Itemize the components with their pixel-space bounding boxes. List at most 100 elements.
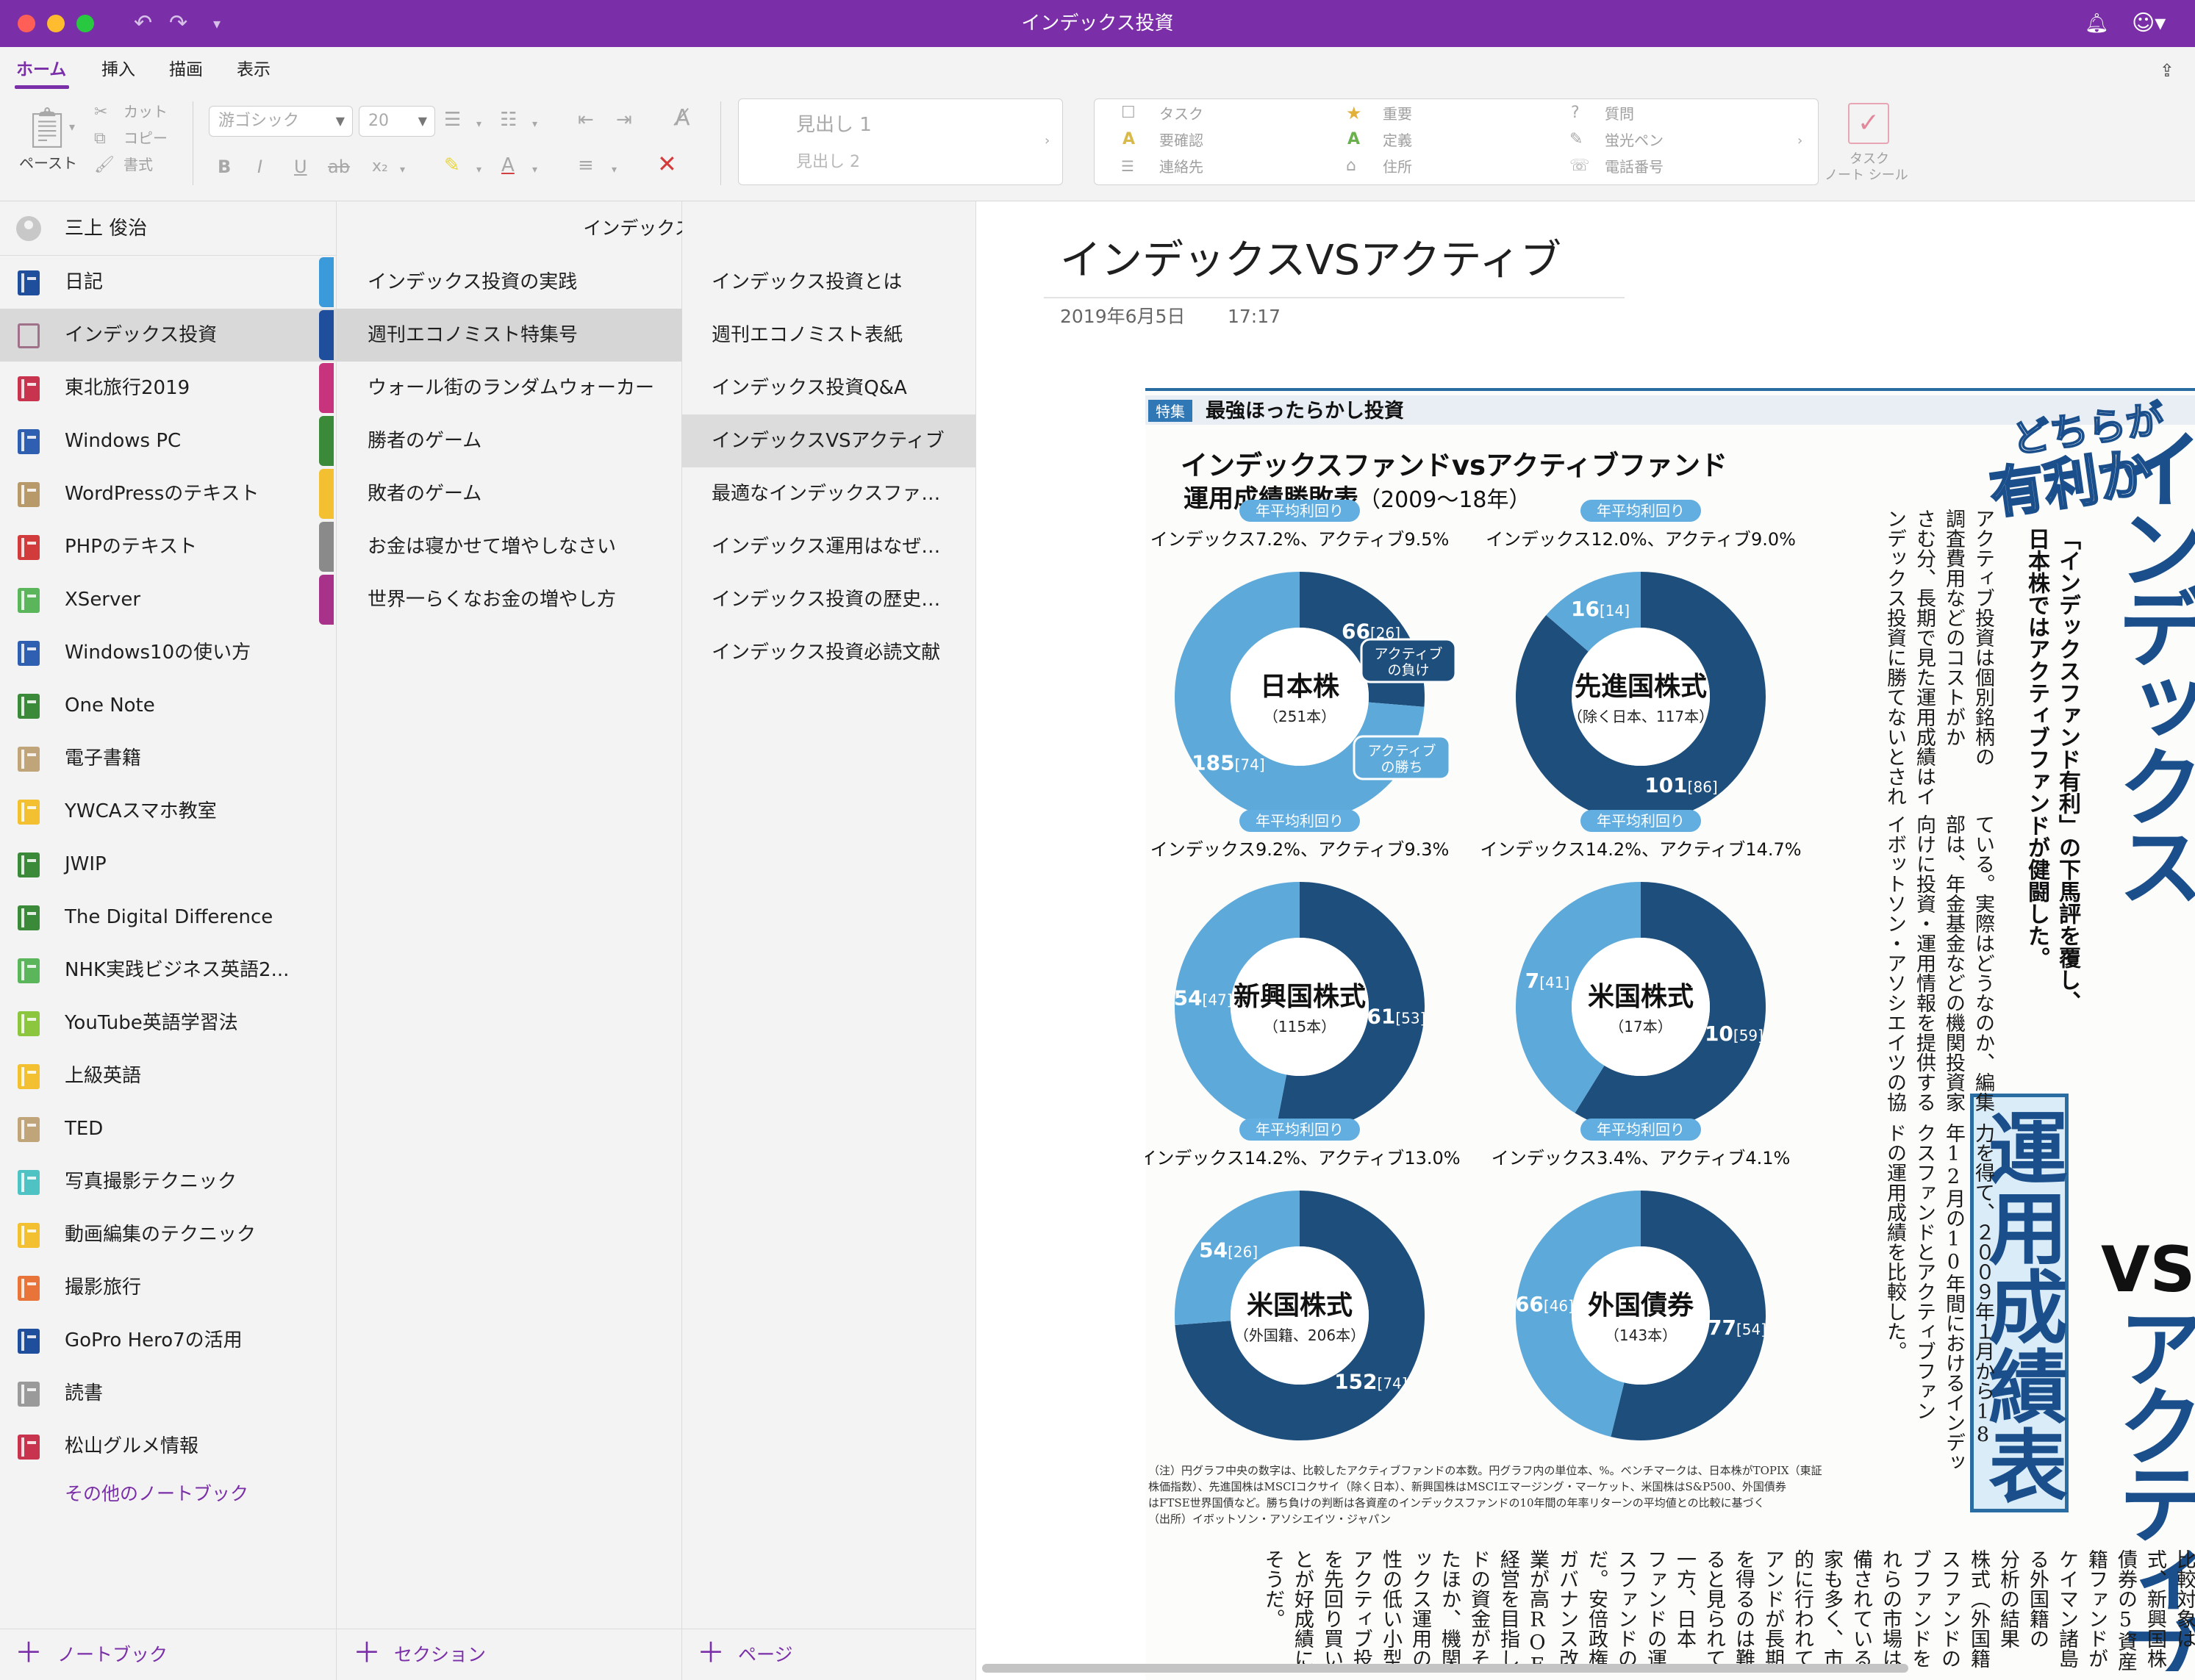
notebook-item[interactable]: 読書 xyxy=(0,1367,337,1420)
font-size-select[interactable]: 20 ▼ xyxy=(359,106,435,137)
align-dropdown-icon[interactable]: ▾ xyxy=(612,159,617,181)
tag-address[interactable]: 住所 xyxy=(1383,157,1412,177)
page-item[interactable]: インデックス運用はなぜ… xyxy=(682,520,976,573)
notebook-item[interactable]: One Note xyxy=(0,679,337,732)
underline-icon[interactable]: U xyxy=(294,156,307,178)
bullet-list-icon[interactable]: ☰ xyxy=(444,109,461,131)
section-item[interactable]: 勝者のゲーム xyxy=(319,414,682,467)
page-item[interactable]: インデックス投資の歴史… xyxy=(682,573,976,626)
highlight-icon[interactable]: ✎ xyxy=(444,154,460,176)
delete-icon[interactable]: ✕ xyxy=(657,152,677,176)
tab-draw[interactable]: 描画 xyxy=(169,57,203,82)
add-section-button[interactable]: ＋ セクション xyxy=(337,1629,682,1680)
section-item[interactable]: 敗者のゲーム xyxy=(319,467,682,520)
numbered-list-dropdown-icon[interactable]: ▾ xyxy=(532,113,537,135)
feedback-smiley-icon[interactable]: ☺▾ xyxy=(2132,9,2166,38)
user-account[interactable]: 三上 俊治 xyxy=(0,201,337,256)
share-icon[interactable]: ⇪ xyxy=(2160,60,2174,81)
decrease-indent-icon[interactable]: ⇤ xyxy=(578,109,594,131)
notebook-item[interactable]: 上級英語 xyxy=(0,1049,337,1102)
font-family-select[interactable]: 游ゴシック ▼ xyxy=(209,106,353,137)
notebook-item[interactable]: WordPressのテキスト xyxy=(0,467,337,520)
italic-icon[interactable]: I xyxy=(257,156,262,178)
align-icon[interactable]: ≡ xyxy=(578,154,594,176)
more-notebooks-link[interactable]: その他のノートブック xyxy=(65,1482,248,1507)
notebook-item[interactable]: インデックス投資 xyxy=(0,309,337,362)
horizontal-scrollbar[interactable] xyxy=(982,1664,1908,1673)
tag-phone[interactable]: 電話番号 xyxy=(1605,157,1664,177)
notebook-item[interactable]: 写真撮影テクニック xyxy=(0,1155,337,1208)
tags-expand-icon[interactable]: › xyxy=(1797,130,1802,152)
notebook-item[interactable]: TED xyxy=(0,1102,337,1155)
paste-button[interactable]: ペースト xyxy=(19,153,77,173)
section-item[interactable]: お金は寝かせて増やしなさい xyxy=(319,520,682,573)
tag-highlighter[interactable]: 蛍光ペン xyxy=(1605,130,1664,151)
section-item[interactable]: インデックス投資の実践 xyxy=(319,256,682,309)
font-color-dropdown-icon[interactable]: ▾ xyxy=(532,159,537,181)
font-color-icon[interactable]: A xyxy=(501,154,515,176)
subscript-dropdown-icon[interactable]: ▾ xyxy=(400,159,405,181)
numbered-list-icon[interactable]: ☷ xyxy=(500,109,517,131)
bold-icon[interactable]: B xyxy=(218,156,231,178)
page-item[interactable]: 最適なインデックスファ… xyxy=(682,467,976,520)
styles-gallery[interactable]: 見出し 1 見出し 2 › xyxy=(738,98,1063,185)
paste-icon[interactable]: 📋︎ xyxy=(22,106,73,150)
tag-important[interactable]: 重要 xyxy=(1383,104,1412,124)
add-notebook-button[interactable]: ＋ ノートブック xyxy=(0,1629,337,1680)
notebook-item[interactable]: Windows10の使い方 xyxy=(0,626,337,679)
copy-button[interactable]: コピー xyxy=(123,128,168,148)
section-item[interactable]: 週刊エコノミスト特集号 xyxy=(319,309,682,362)
task-tag-checkbox-icon[interactable]: ✓ xyxy=(1848,103,1889,144)
tag-review[interactable]: 要確認 xyxy=(1159,130,1203,151)
styles-expand-icon[interactable]: › xyxy=(1045,130,1050,152)
tag-question[interactable]: 質問 xyxy=(1605,104,1634,124)
subscript-icon[interactable]: x₂ xyxy=(372,156,388,178)
page-item[interactable]: インデックスVSアクティブ xyxy=(682,414,976,467)
page-title[interactable]: インデックスVSアクティブ xyxy=(1060,235,1561,287)
notebook-item[interactable]: 電子書籍 xyxy=(0,732,337,785)
notebook-item[interactable]: XServer xyxy=(0,573,337,626)
task-tag-label-1[interactable]: タスク xyxy=(1850,151,1889,168)
increase-indent-icon[interactable]: ⇥ xyxy=(616,109,632,131)
tab-home[interactable]: ホーム xyxy=(16,57,66,82)
task-tag-label-2[interactable]: ノート シール xyxy=(1825,168,1908,184)
tab-view[interactable]: 表示 xyxy=(237,57,271,82)
add-page-button[interactable]: ＋ ページ xyxy=(682,1629,976,1680)
notebook-item[interactable]: 撮影旅行 xyxy=(0,1261,337,1314)
notebook-item[interactable]: PHPのテキスト xyxy=(0,520,337,573)
strikethrough-icon[interactable]: ab xyxy=(328,156,350,178)
bullet-list-dropdown-icon[interactable]: ▾ xyxy=(476,113,481,135)
section-item[interactable]: 世界一らくなお金の増やし方 xyxy=(319,573,682,626)
notebook-item[interactable]: YWCAスマホ教室 xyxy=(0,785,337,838)
notebook-item[interactable]: The Digital Difference xyxy=(0,891,337,944)
notebook-item[interactable]: GoPro Hero7の活用 xyxy=(0,1314,337,1367)
bell-icon[interactable]: 🔔︎ xyxy=(2085,9,2109,38)
tag-definition[interactable]: 定義 xyxy=(1383,130,1412,151)
notebook-item[interactable]: JWIP xyxy=(0,838,337,891)
section-item[interactable]: ウォール街のランダムウォーカー xyxy=(319,362,682,414)
notebook-item[interactable]: 松山グルメ情報 xyxy=(0,1420,337,1473)
tags-gallery[interactable]: ☐ タスク A 要確認 ☰ 連絡先 ★ 重要 A 定義 ⌂ 住所 ? 質問 ✎ … xyxy=(1094,98,1819,185)
cut-button[interactable]: カット xyxy=(123,101,168,122)
paste-dropdown-icon[interactable]: ▾ xyxy=(69,116,75,138)
notebook-item[interactable]: Windows PC xyxy=(0,414,337,467)
tab-insert[interactable]: 挿入 xyxy=(101,57,135,82)
highlight-dropdown-icon[interactable]: ▾ xyxy=(476,159,481,181)
notebook-item[interactable]: NHK実践ビジネス英語2... xyxy=(0,944,337,997)
style-heading1[interactable]: 見出し 1 xyxy=(796,112,872,137)
notebook-item[interactable]: 東北旅行2019 xyxy=(0,362,337,414)
magazine-scan-image[interactable]: 特集 最強ほったらかし投資 インデックスファンドvsアクティブファンド 運用成績… xyxy=(1145,388,2195,1680)
page-item[interactable]: インデックス投資とは xyxy=(682,256,976,309)
page-item[interactable]: インデックス投資Q&A xyxy=(682,362,976,414)
tag-contact[interactable]: 連絡先 xyxy=(1159,157,1203,177)
tag-task[interactable]: タスク xyxy=(1159,104,1203,124)
page-item[interactable]: インデックス投資必読文献 xyxy=(682,626,976,679)
clear-formatting-icon[interactable]: A̸ xyxy=(675,107,690,129)
notebook-item[interactable]: YouTube英語学習法 xyxy=(0,997,337,1049)
format-painter-button[interactable]: 書式 xyxy=(123,154,153,175)
notebook-item[interactable]: 日記 xyxy=(0,256,337,309)
notebook-item[interactable]: 動画編集のテクニック xyxy=(0,1208,337,1261)
note-canvas[interactable]: インデックスVSアクティブ 2019年6月5日 17:17 特集 最強ほったらか… xyxy=(976,201,2195,1680)
style-heading2[interactable]: 見出し 2 xyxy=(796,152,860,173)
page-item[interactable]: 週刊エコノミスト表紙 xyxy=(682,309,976,362)
